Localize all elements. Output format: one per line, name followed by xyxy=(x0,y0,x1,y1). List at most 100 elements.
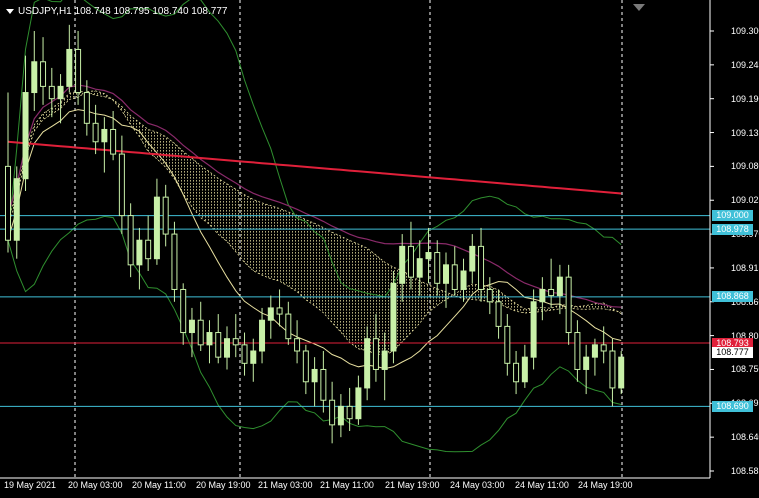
time-tick-label: 20 May 03:00 xyxy=(68,480,123,490)
candle-body xyxy=(110,128,117,155)
candle-body xyxy=(469,245,476,272)
candle-body xyxy=(337,405,344,426)
candle-body xyxy=(127,215,134,266)
candle-body xyxy=(302,350,309,383)
candle-body xyxy=(206,332,213,346)
price-tick-label: 108.640 xyxy=(731,432,759,443)
candle-body xyxy=(320,368,327,401)
candle-body xyxy=(600,344,607,352)
candle-body xyxy=(548,288,555,297)
candle-body xyxy=(565,276,572,334)
candle-body xyxy=(390,282,397,352)
price-tick-label: 109.245 xyxy=(731,59,759,70)
candle-body xyxy=(224,338,230,358)
candle-body xyxy=(504,325,511,364)
price-chart[interactable] xyxy=(0,0,759,498)
candle-body xyxy=(276,307,283,315)
price-tick-label: 109.135 xyxy=(731,127,759,138)
ohlc-values: 108.748 108.795 108.740 108.777 xyxy=(74,6,228,17)
candle-body xyxy=(451,264,458,290)
price-tick-label: 109.300 xyxy=(731,26,759,36)
candle-body xyxy=(197,319,204,346)
candle-body xyxy=(285,313,292,340)
candle-body xyxy=(399,245,406,284)
candle-body xyxy=(425,252,432,260)
price-level-badge: 108.978 xyxy=(712,223,753,235)
candle-body xyxy=(443,264,449,284)
symbol-label: USDJPY,H1 xyxy=(18,6,72,17)
candle-body xyxy=(232,338,239,346)
price-tick-label: 108.585 xyxy=(731,466,759,476)
time-tick-label: 24 May 19:00 xyxy=(578,480,633,490)
price-level-badge: 109.000 xyxy=(712,210,753,222)
collapse-menu-icon[interactable] xyxy=(6,9,14,14)
candle-body xyxy=(188,319,195,334)
candle-body xyxy=(13,178,20,241)
candle-body xyxy=(92,122,99,143)
candle-body xyxy=(101,128,108,143)
candle-body xyxy=(241,344,248,364)
candle-body xyxy=(495,301,502,327)
candle-body xyxy=(364,338,371,389)
time-tick-label: 20 May 11:00 xyxy=(132,480,186,490)
candle-body xyxy=(381,350,388,370)
candle-body xyxy=(416,258,423,278)
time-tick-label: 21 May 19:00 xyxy=(385,480,440,490)
candle-body xyxy=(180,288,187,334)
time-tick-label: 24 May 03:00 xyxy=(450,480,505,490)
time-tick-label: 19 May 2021 xyxy=(4,480,57,490)
time-tick-label: 21 May 11:00 xyxy=(320,480,374,490)
candle-body xyxy=(294,338,301,352)
candle-body xyxy=(329,399,336,426)
candle-body xyxy=(162,196,169,235)
candle-body xyxy=(5,165,11,241)
candle-body xyxy=(311,368,318,383)
candle-body xyxy=(118,153,125,217)
candle-body xyxy=(591,344,598,358)
candle-body xyxy=(618,356,625,389)
candle-body xyxy=(31,61,38,94)
candle-body xyxy=(486,288,493,303)
time-tick-label: 24 May 11:00 xyxy=(515,480,569,490)
candle-body xyxy=(48,85,55,100)
candle-body xyxy=(57,85,64,100)
candle-body xyxy=(372,338,379,370)
candle-body xyxy=(259,319,266,352)
candle-body xyxy=(215,332,222,358)
candle-body xyxy=(521,356,528,383)
time-tick-label: 21 May 03:00 xyxy=(258,480,313,490)
candle-body xyxy=(609,350,616,389)
candle-body xyxy=(22,92,29,180)
candle-body xyxy=(478,245,485,290)
ichimoku-cloud xyxy=(7,90,622,356)
candle-body xyxy=(267,307,274,321)
candle-body xyxy=(434,252,441,284)
ma-red xyxy=(7,140,622,195)
candle-body xyxy=(75,48,82,94)
candle-body xyxy=(539,288,546,303)
price-tick-label: 108.750 xyxy=(731,364,759,375)
price-tick-label: 109.080 xyxy=(731,161,759,172)
candle-body xyxy=(83,92,90,124)
candle-body xyxy=(530,301,537,358)
price-level-badge: 108.868 xyxy=(712,291,753,303)
price-level-badge: 108.690 xyxy=(712,400,753,412)
chart-title: USDJPY,H1 108.748 108.795 108.740 108.77… xyxy=(18,6,227,17)
price-tick-label: 109.190 xyxy=(731,93,759,104)
price-tick-label: 108.915 xyxy=(731,262,759,273)
candle-body xyxy=(66,48,73,87)
price-level-badge: 108.777 xyxy=(712,347,753,359)
price-tick-label: 109.025 xyxy=(731,195,759,206)
candle-body xyxy=(40,61,47,87)
candle-body xyxy=(346,405,353,420)
candle-body xyxy=(574,332,581,370)
candle-body xyxy=(250,350,257,364)
candle-body xyxy=(556,276,563,297)
candle-body xyxy=(171,233,178,290)
candle-body xyxy=(513,362,520,383)
candle-body xyxy=(153,196,160,260)
candle-body xyxy=(136,239,143,266)
time-tick-label: 20 May 19:00 xyxy=(196,480,251,490)
chart-shift-marker-icon[interactable] xyxy=(633,4,645,11)
candle-body xyxy=(407,245,414,278)
